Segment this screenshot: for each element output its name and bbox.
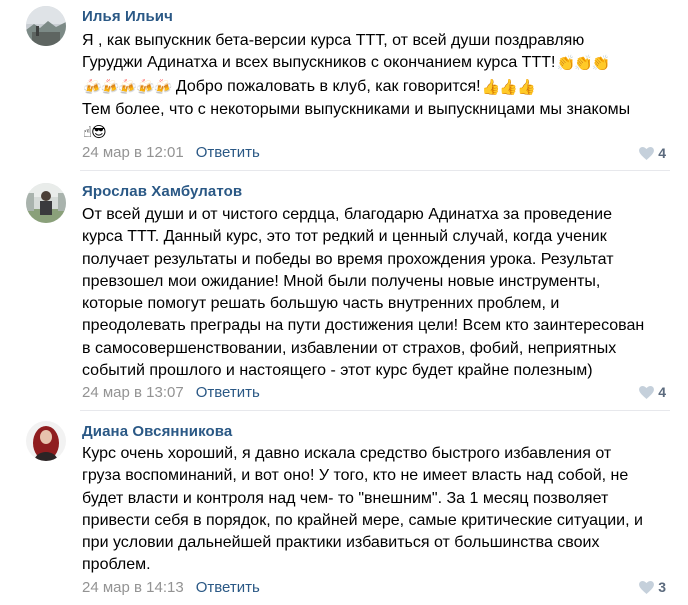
- text-line: в самосовершенствовании, избавлении от с…: [82, 339, 617, 357]
- text-line: привести себя в порядок, по крайней мере…: [82, 511, 643, 529]
- like-count: 4: [658, 384, 666, 400]
- avatar[interactable]: [26, 6, 66, 46]
- avatar[interactable]: [26, 421, 66, 461]
- text-line: преодолевать преграды на пути достижения…: [82, 317, 645, 335]
- reply-button[interactable]: Ответить: [196, 144, 260, 161]
- text-line: событий прошлого и настоящего - этот кур…: [82, 362, 593, 380]
- text-line: проблем.: [82, 556, 151, 574]
- comment-meta: 24 мар в 13:07 Ответить: [82, 384, 260, 401]
- thumbs-up-emoji-icon: 👍👍👍: [481, 78, 536, 96]
- pointing-sunglasses-emoji-icon: ☝😎: [83, 124, 107, 142]
- like-button[interactable]: 4: [639, 384, 666, 400]
- text-line: Курс очень хороший, я давно искала средс…: [82, 445, 612, 462]
- text-line: груза воспоминаний, и вот оно! У того, к…: [82, 467, 629, 485]
- comment-meta: 24 мар в 12:01 Ответить: [82, 144, 260, 161]
- separator: [80, 410, 670, 411]
- heart-icon: [639, 146, 655, 160]
- author-name[interactable]: Ярослав Хамбулатов: [82, 183, 242, 200]
- author-name[interactable]: Диана Овсянникова: [82, 423, 232, 440]
- text-line: курса ТТТ. Данный курс, это тот редкий и…: [82, 228, 607, 246]
- comment-text: Курс очень хороший, я давно искала средс…: [82, 443, 672, 577]
- text-line: 🍻🍻🍻🍻🍻 Добро пожаловать в клуб, как говор…: [82, 76, 672, 99]
- separator: [80, 170, 670, 171]
- like-button[interactable]: 3: [639, 579, 666, 595]
- text-line: которые помогут решать большую часть вну…: [82, 295, 560, 313]
- heart-icon: [639, 385, 655, 399]
- avatar[interactable]: [26, 183, 66, 223]
- text-line: Гуруджи Адинатха и всех выпускников с ок…: [82, 52, 672, 75]
- timestamp[interactable]: 24 мар в 12:01: [82, 144, 184, 161]
- text-line: будет власти и контроля над чем- то "вне…: [82, 489, 609, 507]
- text-fragment: Добро пожаловать в клуб, как говорится!: [175, 77, 481, 95]
- text-fragment: Гуруджи Адинатха и всех выпускников с ок…: [82, 54, 556, 72]
- heart-icon: [639, 580, 655, 594]
- clap-emoji-icon: 👏👏👏: [556, 55, 610, 73]
- text-line: получает результаты и победы во время пр…: [82, 250, 614, 268]
- timestamp[interactable]: 24 мар в 13:07: [82, 384, 184, 401]
- timestamp[interactable]: 24 мар в 14:13: [82, 579, 184, 596]
- beer-emoji-icon: 🍻🍻🍻🍻🍻: [83, 78, 172, 96]
- reply-button[interactable]: Ответить: [196, 579, 260, 596]
- author-name[interactable]: Илья Ильич: [82, 8, 173, 25]
- text-line: ☝😎: [82, 121, 672, 144]
- comment-text: От всей души и от чистого сердца, благод…: [82, 204, 672, 382]
- text-line: превзошел мои ожидание! Мной были получе…: [82, 272, 601, 290]
- text-line: Я , как выпускник бета-версии курса ТТТ,…: [82, 32, 585, 49]
- like-count: 4: [658, 145, 666, 161]
- comment-meta: 24 мар в 14:13 Ответить: [82, 579, 260, 596]
- like-button[interactable]: 4: [639, 145, 666, 161]
- like-count: 3: [658, 579, 666, 595]
- text-line: От всей души и от чистого сердца, благод…: [82, 206, 612, 223]
- text-line: при условии дальнейшей практики избавить…: [82, 534, 600, 552]
- comment-text: Я , как выпускник бета-версии курса ТТТ,…: [82, 30, 672, 144]
- text-line: Тем более, что с некоторыми выпускниками…: [82, 100, 631, 118]
- reply-button[interactable]: Ответить: [196, 384, 260, 401]
